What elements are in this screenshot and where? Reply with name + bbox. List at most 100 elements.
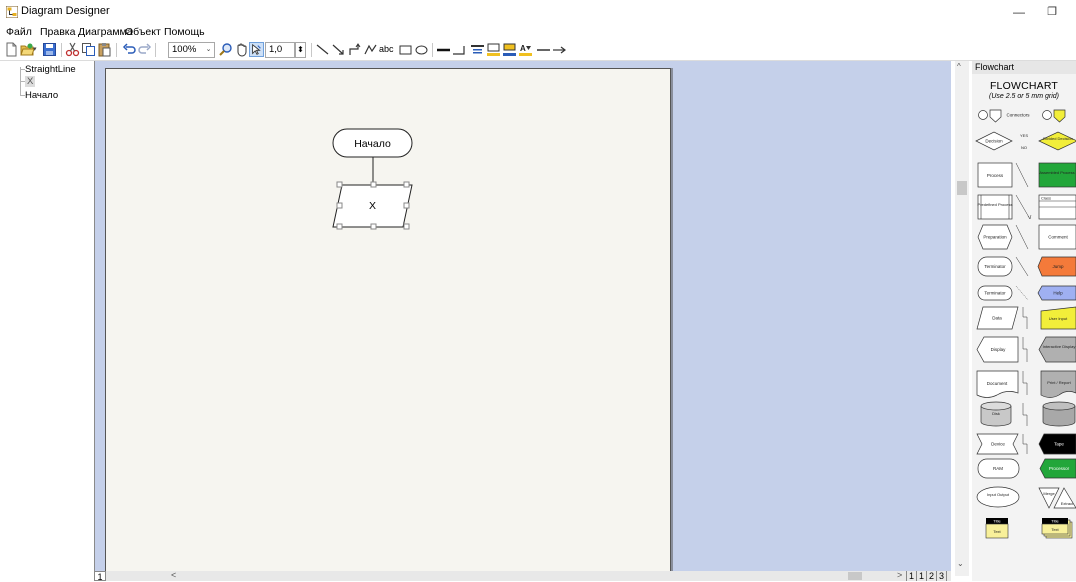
menu-help[interactable]: Помощь [164,26,205,38]
divided-decision-shape[interactable] [1038,131,1076,151]
title-bar: Diagram Designer — ❐ [0,0,1076,24]
divided-decision-label: Divided Decision [1043,136,1073,141]
offpage-connector-shape[interactable] [1053,109,1066,123]
io-label: X [368,200,376,212]
zoom-value: 100% [172,44,197,55]
line-tool-icon[interactable] [315,42,330,57]
page-tab[interactable]: 3 [936,571,948,581]
arrow-line-tool-icon[interactable] [331,42,346,57]
page-tab[interactable]: 2 [926,571,937,581]
decision-label: Decision [985,139,1003,144]
diagram-page[interactable]: Начало X [105,68,671,573]
menu-file[interactable]: Файл [6,26,32,38]
paste-icon[interactable] [97,42,112,57]
page-tabs[interactable]: 1123 [906,571,948,581]
document-label: Document [987,381,1008,386]
object-tree[interactable]: StraightLine X Начало [0,61,94,581]
scroll-down-icon[interactable]: ⌄ [957,559,964,568]
line-width-spinner[interactable]: ⬍ [295,42,306,58]
preparation-label: Preparation [983,235,1007,240]
comment-label: Comment [1048,235,1068,240]
fill-color-icon[interactable] [486,42,501,57]
predefined-process-label: Predefined Process [978,202,1013,207]
interactive-display-shape[interactable] [1038,336,1076,363]
input-output-shape[interactable] [976,486,1020,508]
zoom-icon[interactable] [218,42,233,57]
undo-icon[interactable] [122,42,137,57]
tape-label: Tape [1054,442,1064,447]
line-style-icon[interactable] [436,42,451,57]
scroll-thumb[interactable] [848,572,862,580]
copy-icon[interactable] [81,42,96,57]
page-tab[interactable]: 1 [906,571,917,581]
ellipse-tool-icon[interactable] [414,42,429,57]
assembled-process-shape[interactable] [1038,162,1076,188]
cut-icon[interactable] [65,42,80,57]
process-label: Process [987,173,1004,178]
terminator-label-2: Terminator [984,291,1006,296]
connector-circle-shape[interactable] [978,110,988,120]
rectangle-tool-icon[interactable] [398,42,413,57]
elbow-connector-icon[interactable] [347,42,362,57]
scroll-right-icon[interactable]: > [897,570,902,580]
display-label: Display [991,347,1007,352]
minimize-button[interactable]: — [1005,2,1033,22]
offpage-connector-shape[interactable] [989,109,1002,123]
scroll-thumb[interactable] [957,181,967,195]
toolbar-separator [311,43,312,57]
line-color-icon[interactable] [502,42,517,57]
align-top-icon[interactable] [470,42,485,57]
text-color-icon[interactable]: A [518,42,533,57]
predefined-process-shape[interactable] [977,194,1013,220]
stacked-note-title-label: Title [1051,519,1059,524]
toolbar-separator [116,43,117,57]
palette-title: FLOWCHART [989,80,1059,92]
maximize-button[interactable]: ❐ [1038,2,1066,22]
print-report-label: Print / Report [1047,380,1071,385]
interactive-display-label: Interactive Display [1043,344,1076,349]
arrow-end-icon[interactable] [552,42,567,57]
note-text-label: Text [993,529,1001,534]
terminator-label: Terminator [984,264,1006,269]
class-label: Class [1041,196,1051,201]
ram-label: RAM [993,466,1003,471]
jump-label: Jump [1052,264,1064,269]
tree-item-x[interactable]: X [25,76,36,87]
page-tab-1[interactable]: 1 [94,571,106,582]
pan-hand-icon[interactable] [234,42,249,57]
palette-scrollbar[interactable]: ^ ⌄ [955,61,969,576]
curve-connector-icon[interactable] [363,42,378,57]
note-title-label: Title [993,519,1001,524]
tree-item-start[interactable]: Начало [25,90,58,101]
line-width-value: 1,0 [269,44,283,55]
toolbar-separator [61,43,62,57]
tree-item-straightline[interactable]: StraightLine [25,64,76,75]
svg-text:A: A [520,44,526,53]
line-width-combo[interactable]: 1,0 [265,42,295,58]
zoom-combo[interactable]: 100% ⌄ [168,42,215,58]
scroll-up-icon[interactable]: ^ [957,62,961,71]
save-icon[interactable] [42,42,57,57]
open-dropdown-icon[interactable]: ▾ [33,42,41,57]
extract-label: Extract [1061,501,1074,506]
horizontal-scrollbar[interactable] [94,571,951,581]
connector-circle-shape[interactable] [1042,110,1052,120]
redo-icon[interactable] [137,42,152,57]
toolbar-separator [155,43,156,57]
help-label: Help [1053,291,1063,296]
page-tab[interactable]: 1 [916,571,927,581]
palette-subtitle: (Use 2.5 or 5 mm grid) [988,93,1060,100]
line-end-icon[interactable] [452,42,467,57]
data-label: Data [992,316,1002,321]
connectors-label: Connectors [1006,113,1030,118]
dash-line-icon[interactable] [536,42,551,57]
device-label: Device [991,442,1005,447]
menu-edit[interactable]: Правка [40,26,75,38]
select-tool-icon[interactable] [249,42,264,57]
palette-header: Flowchart [972,61,1076,74]
scroll-left-icon[interactable]: < [171,570,176,580]
menu-object[interactable]: Объект [125,26,161,38]
text-tool-icon[interactable]: abc [379,42,397,57]
new-file-icon[interactable] [4,42,19,57]
chevron-down-icon[interactable]: ⌄ [204,44,213,56]
